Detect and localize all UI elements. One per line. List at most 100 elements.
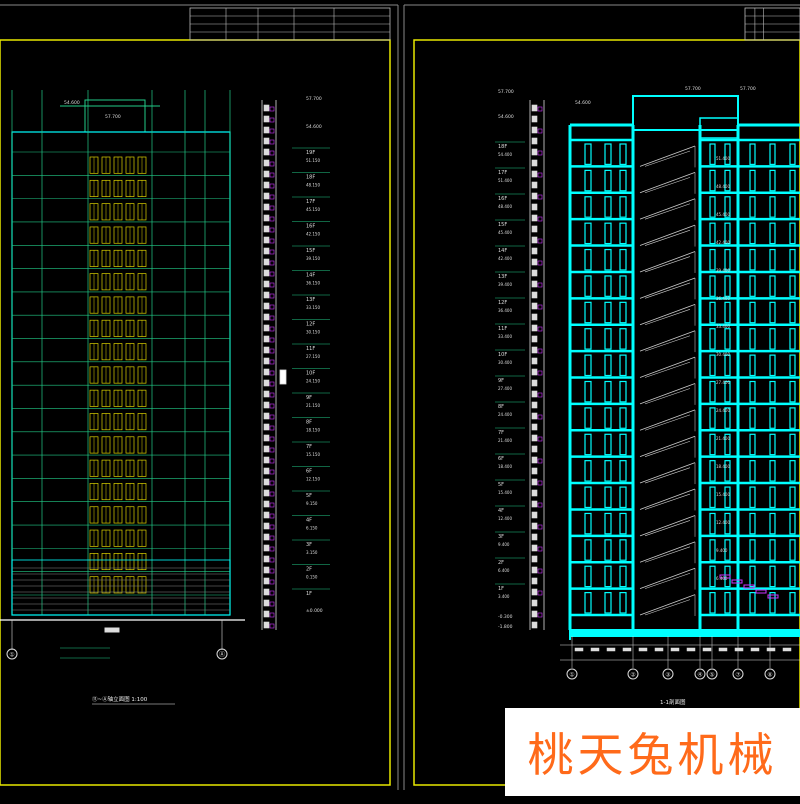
- right-dim-tick: [606, 647, 616, 652]
- right-level-block: [531, 236, 538, 244]
- right-axis-label: ①: [569, 672, 574, 679]
- right-level-block-color: [537, 502, 543, 508]
- right-door-frame-east: [789, 143, 796, 165]
- left-level-block-color: [269, 557, 275, 563]
- right-door-frame-east: [769, 301, 776, 324]
- left-level-block: [263, 500, 270, 508]
- left-floor-label: 18F: [306, 175, 315, 181]
- right-axis-label: ③: [665, 672, 670, 679]
- left-floor-label: 10F: [306, 371, 315, 377]
- right-level-block: [531, 610, 538, 618]
- left-floor-elevation: 0.150: [306, 575, 318, 580]
- left-level-block: [263, 522, 270, 530]
- left-level-block-color: [269, 502, 275, 508]
- right-door-frame-east: [769, 354, 776, 377]
- left-floor-elevation: 3.150: [306, 550, 318, 555]
- right-level-block: [531, 533, 538, 541]
- right-stair-flight-inner: [644, 309, 691, 326]
- right-level-block: [531, 258, 538, 266]
- right-door-frame-east: [749, 486, 756, 509]
- right-stair-flight: [639, 251, 696, 273]
- right-door-frame-east: [769, 565, 776, 588]
- left-floor-label: 14F: [306, 273, 315, 279]
- left-floor-elevation: 39.150: [306, 256, 320, 261]
- right-stair-flight-inner: [644, 388, 691, 405]
- right-door-frame: [604, 275, 612, 297]
- right-stair-flight: [639, 145, 696, 167]
- right-stair-flight-inner: [644, 203, 691, 220]
- right-door-frame: [604, 433, 612, 456]
- right-level-block: [531, 368, 538, 376]
- right-level-block: [531, 390, 538, 398]
- right-basement-slab: [569, 629, 800, 637]
- right-door-frame-east: [709, 196, 716, 218]
- right-level-block: [531, 247, 538, 255]
- left-level-block-color: [269, 106, 275, 112]
- right-level-block-color: [537, 436, 543, 442]
- right-door-frame-east: [789, 275, 796, 297]
- right-floor-label: 7F: [498, 430, 504, 436]
- left-level-block-color: [269, 546, 275, 552]
- left-floor-label: 11F: [306, 346, 315, 352]
- right-level-block: [531, 280, 538, 288]
- right-stair-flight: [639, 567, 696, 589]
- right-floor-elevation: 36.400: [498, 308, 512, 313]
- left-floor-elevation: 51.150: [306, 158, 320, 163]
- left-ground-elevation: ±0.000: [306, 608, 323, 614]
- right-axis-label: ④: [697, 672, 702, 679]
- right-stair-flight: [639, 541, 696, 563]
- right-door-frame-east: [709, 301, 716, 324]
- left-level-block-color: [269, 447, 275, 453]
- right-core-elevation-tag: 30.400: [716, 352, 730, 357]
- right-level-block: [531, 500, 538, 508]
- left-level-block: [263, 379, 270, 387]
- right-door-frame: [604, 539, 612, 561]
- right-level-block: [531, 599, 538, 607]
- right-level-block-color: [537, 612, 543, 618]
- right-door-frame: [584, 460, 592, 482]
- left-level-block-color: [269, 271, 275, 277]
- right-level-block: [531, 577, 538, 585]
- right-door-frame: [584, 539, 592, 561]
- left-floor-elevation: 33.150: [306, 305, 320, 310]
- right-floor-elevation: 3.400: [498, 594, 510, 599]
- left-level-block: [263, 588, 270, 596]
- right-door-frame: [619, 460, 627, 482]
- right-door-frame-east: [769, 512, 776, 535]
- left-floor-label: 19F: [306, 150, 315, 156]
- right-level-block: [531, 544, 538, 552]
- left-level-block: [263, 445, 270, 453]
- left-level-block-color: [269, 414, 275, 420]
- right-level-block: [531, 170, 538, 178]
- right-level-block: [531, 434, 538, 442]
- right-stair-flight: [639, 303, 696, 326]
- right-core-elevation-tag: 12.400: [716, 520, 730, 525]
- right-highlight-mark: [755, 589, 767, 594]
- right-level-block-color: [537, 150, 543, 156]
- left-level-block-color: [269, 293, 275, 299]
- left-level-block: [263, 324, 270, 332]
- right-floor-elevation: 48.400: [498, 204, 512, 209]
- right-door-frame-east: [789, 539, 796, 561]
- right-stair-flight-inner: [644, 150, 691, 167]
- right-level-block-color: [537, 392, 543, 398]
- right-door-frame: [604, 407, 612, 429]
- right-dim-tick: [574, 647, 584, 652]
- right-stair-flight-inner: [644, 335, 691, 352]
- right-level-block: [531, 269, 538, 277]
- right-door-frame-east: [709, 222, 716, 245]
- right-stair-flight: [639, 277, 696, 299]
- right-level-block: [531, 148, 538, 156]
- right-floor-label: 2F: [498, 560, 504, 566]
- right-door-frame-east: [724, 328, 731, 350]
- right-floor-elevation: 30.400: [498, 360, 512, 365]
- left-floor-label: 6F: [306, 469, 312, 475]
- left-level-block: [263, 236, 270, 244]
- left-axis-right-label: Ⓐ: [219, 651, 225, 659]
- right-door-frame-east: [789, 328, 796, 350]
- right-door-frame-east: [709, 169, 716, 192]
- right-stair-flight: [639, 224, 696, 246]
- left-level-block: [263, 170, 270, 178]
- right-core-elevation-tag: 21.400: [716, 436, 730, 441]
- right-floor-elevation: 42.400: [498, 256, 512, 261]
